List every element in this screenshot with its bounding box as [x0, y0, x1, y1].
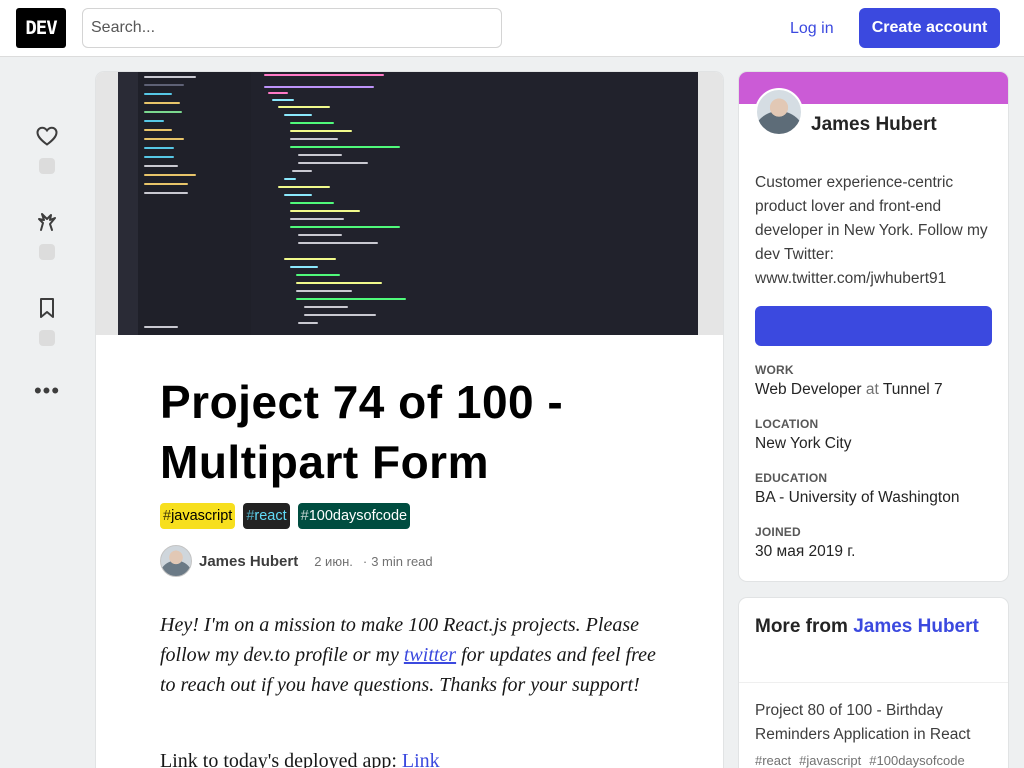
deployed-app-link[interactable]: Link [402, 750, 440, 768]
heart-reaction-button[interactable] [27, 124, 67, 174]
author-row: James Hubert 2 июн. · 3 min read [160, 545, 433, 577]
tag-javascript[interactable]: #javascript [160, 503, 236, 529]
article-card: Project 74 of 100 - Multipart Form #java… [96, 72, 723, 768]
work-field: WORK Web Developer at Tunnel 7 [755, 363, 995, 399]
more-tag-100daysofcode[interactable]: #100daysofcode [869, 753, 964, 768]
education-value: BA - University of Washington [755, 489, 960, 506]
author-name[interactable]: James Hubert [199, 553, 298, 570]
article-title: Project 74 of 100 - Multipart Form [160, 376, 564, 488]
editor-minimap [644, 76, 668, 126]
dev-logo[interactable]: DEV [16, 8, 66, 48]
profile-name[interactable]: James Hubert [811, 114, 937, 136]
author-profile-card: James Hubert Customer experience-centric… [739, 72, 1008, 581]
profile-bio: Customer experience-centric product love… [755, 174, 988, 287]
article-tags: #javascript #react #100daysofcode [160, 503, 411, 529]
location-label: LOCATION [755, 417, 819, 431]
cover-image [96, 72, 723, 335]
more-tag-javascript[interactable]: #javascript [799, 753, 861, 768]
more-icon[interactable]: ••• [27, 378, 67, 404]
location-field: LOCATION New York City [755, 417, 995, 453]
read-time: 3 min read [371, 553, 433, 569]
bookmark-button[interactable] [27, 296, 67, 346]
editor-file-explorer [138, 72, 251, 335]
twitter-link[interactable]: twitter [404, 644, 456, 666]
author-avatar[interactable] [160, 545, 192, 577]
bookmark-count [39, 330, 55, 346]
follow-button[interactable] [755, 306, 992, 346]
top-header: DEV Log in Create account [0, 0, 1024, 57]
heart-count [39, 158, 55, 174]
article-intro: Hey! I'm on a mission to make 100 React.… [160, 614, 656, 696]
login-button[interactable]: Log in [778, 14, 846, 44]
bookmark-icon [40, 298, 54, 318]
editor-activity-bar [118, 72, 138, 335]
education-field: EDUCATION BA - University of Washington [755, 471, 995, 507]
publish-date: 2 июн. [314, 553, 353, 569]
unicorn-reaction-button[interactable] [27, 210, 67, 260]
more-from-author-link[interactable]: James Hubert [853, 616, 979, 637]
unicorn-count [39, 244, 55, 260]
unicorn-icon [38, 213, 56, 231]
heart-icon [36, 126, 58, 146]
divider [739, 682, 1008, 683]
more-from-card: More from James Hubert Project 80 of 100… [739, 598, 1008, 768]
joined-value: 30 мая 2019 г. [755, 543, 856, 560]
education-label: EDUCATION [755, 471, 828, 485]
more-from-heading: More from James Hubert [755, 616, 979, 637]
tag-100daysofcode[interactable]: #100daysofcode [297, 503, 411, 529]
location-value: New York City [755, 435, 852, 452]
search-input[interactable] [82, 8, 502, 48]
tag-react[interactable]: #react [243, 503, 290, 529]
editor-code-area [258, 72, 698, 335]
meta-separator: · [362, 553, 368, 569]
code-editor-screenshot [118, 72, 698, 335]
more-from-article-title[interactable]: Project 80 of 100 - Birthday Reminders A… [755, 699, 995, 747]
work-value: Web Developer at Tunnel 7 [755, 381, 943, 398]
deployed-app-line: Link to today's deployed app: Link [160, 750, 440, 768]
joined-label: JOINED [755, 525, 801, 539]
create-account-button[interactable]: Create account [859, 8, 1000, 48]
work-label: WORK [755, 363, 794, 377]
more-from-article-tags: #react #javascript #100daysofcode [755, 753, 965, 768]
profile-avatar[interactable] [755, 88, 803, 136]
more-tag-react[interactable]: #react [755, 753, 791, 768]
joined-field: JOINED 30 мая 2019 г. [755, 525, 995, 561]
